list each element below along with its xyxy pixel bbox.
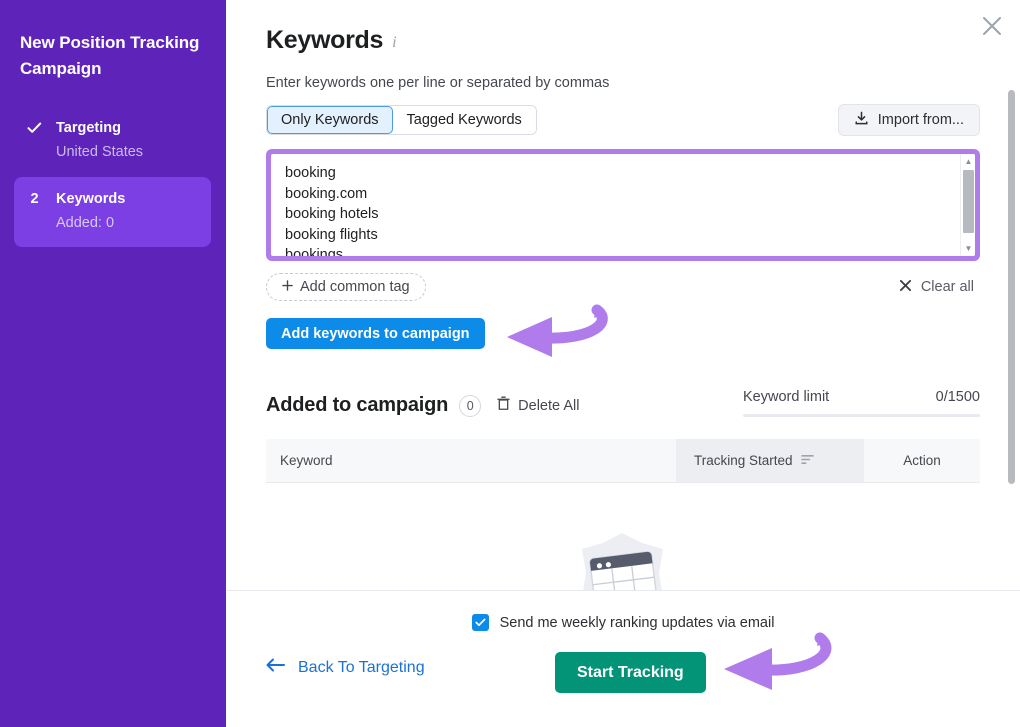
wizard-footer: Send me weekly ranking updates via email… — [226, 590, 1020, 727]
trash-icon — [497, 396, 510, 415]
delete-all-label: Delete All — [518, 398, 579, 414]
footer-actions: Back To Targeting Start Tracking — [226, 652, 1020, 696]
add-common-tag-label: Add common tag — [300, 279, 410, 295]
sort-icon[interactable] — [801, 453, 814, 468]
column-header-keyword[interactable]: Keyword — [266, 439, 676, 482]
add-keywords-to-campaign-button[interactable]: Add keywords to campaign — [266, 318, 485, 349]
delete-all-button[interactable]: Delete All — [497, 396, 579, 415]
empty-table-illustration — [266, 529, 980, 590]
keyword-limit-progress — [743, 414, 980, 417]
check-icon — [26, 118, 43, 134]
weekly-updates-row: Send me weekly ranking updates via email — [226, 614, 1020, 631]
added-to-campaign-section: Added to campaign 0 Delete All — [266, 389, 980, 590]
keyword-limit: Keyword limit 0/1500 — [743, 389, 980, 417]
sidebar-step-targeting[interactable]: Targeting United States — [20, 109, 210, 173]
tag-row: Add common tag Clear all — [266, 273, 980, 301]
column-header-tracking-started-label: Tracking Started — [694, 453, 793, 468]
keyword-line: booking hotels — [285, 204, 953, 225]
clear-all-label: Clear all — [921, 279, 974, 295]
plus-icon — [282, 279, 293, 295]
close-icon — [899, 279, 912, 296]
keywords-textarea[interactable]: booking booking.com booking hotels booki… — [271, 154, 975, 256]
arrow-left-icon — [266, 658, 286, 677]
highlight-box-textarea: booking booking.com booking hotels booki… — [266, 149, 980, 261]
keyword-line: booking.com — [285, 184, 953, 205]
tab-only-keywords[interactable]: Only Keywords — [267, 106, 393, 134]
info-icon[interactable]: i — [392, 31, 396, 51]
step-number: 2 — [26, 189, 43, 209]
scrollable-content: Keywords i Enter keywords one per line o… — [226, 0, 1020, 590]
add-common-tag-button[interactable]: Add common tag — [266, 273, 426, 301]
main-panel: Keywords i Enter keywords one per line o… — [226, 0, 1020, 727]
page-title: Keywords — [266, 26, 383, 55]
added-to-campaign-title: Added to campaign — [266, 394, 448, 417]
keyword-limit-label: Keyword limit — [743, 389, 829, 405]
keywords-table-header: Keyword Tracking Started Action — [266, 439, 980, 483]
keyword-line: booking flights — [285, 225, 953, 246]
clear-all-button[interactable]: Clear all — [899, 279, 980, 296]
keyword-line: bookings — [285, 245, 953, 256]
column-header-tracking-started[interactable]: Tracking Started — [676, 439, 864, 482]
wizard-sidebar: New Position Tracking Campaign Targeting… — [0, 0, 226, 727]
keyword-line: booking — [285, 163, 953, 184]
sidebar-step-keywords-label: Keywords — [56, 189, 201, 209]
scrollbar-thumb[interactable] — [963, 170, 974, 233]
campaign-title: New Position Tracking Campaign — [20, 30, 210, 83]
weekly-updates-label: Send me weekly ranking updates via email — [500, 615, 775, 631]
weekly-updates-checkbox[interactable] — [472, 614, 489, 631]
toggle-row: Only Keywords Tagged Keywords Import fro… — [266, 104, 980, 136]
check-icon — [475, 614, 486, 632]
scroll-down-icon[interactable]: ▼ — [961, 242, 975, 255]
sidebar-step-keywords[interactable]: 2 Keywords Added: 0 — [14, 177, 211, 247]
keyword-limit-value: 0/1500 — [936, 389, 980, 405]
sidebar-step-targeting-sub: United States — [56, 142, 200, 162]
download-icon — [854, 111, 869, 130]
scroll-up-icon[interactable]: ▲ — [961, 155, 975, 168]
helper-text: Enter keywords one per line or separated… — [266, 75, 980, 91]
back-to-targeting-label: Back To Targeting — [298, 659, 425, 677]
position-tracking-wizard: New Position Tracking Campaign Targeting… — [0, 0, 1020, 727]
added-header-row: Added to campaign 0 Delete All — [266, 389, 980, 417]
textarea-scrollbar[interactable]: ▲ ▼ — [960, 154, 975, 256]
page-title-row: Keywords i — [266, 26, 980, 55]
sidebar-step-keywords-sub: Added: 0 — [56, 213, 201, 233]
added-count-badge: 0 — [459, 395, 481, 417]
added-header-left: Added to campaign 0 Delete All — [266, 394, 579, 417]
back-to-targeting-button[interactable]: Back To Targeting — [266, 658, 425, 677]
import-from-button[interactable]: Import from... — [838, 104, 980, 136]
sidebar-step-targeting-label: Targeting — [56, 118, 200, 138]
page-scrollbar[interactable] — [1008, 90, 1015, 484]
start-tracking-button[interactable]: Start Tracking — [555, 652, 706, 693]
import-from-label: Import from... — [878, 112, 964, 128]
keyword-limit-top: Keyword limit 0/1500 — [743, 389, 980, 405]
column-header-action: Action — [864, 439, 980, 482]
tab-tagged-keywords[interactable]: Tagged Keywords — [393, 106, 536, 134]
keyword-mode-segmented: Only Keywords Tagged Keywords — [266, 105, 537, 135]
